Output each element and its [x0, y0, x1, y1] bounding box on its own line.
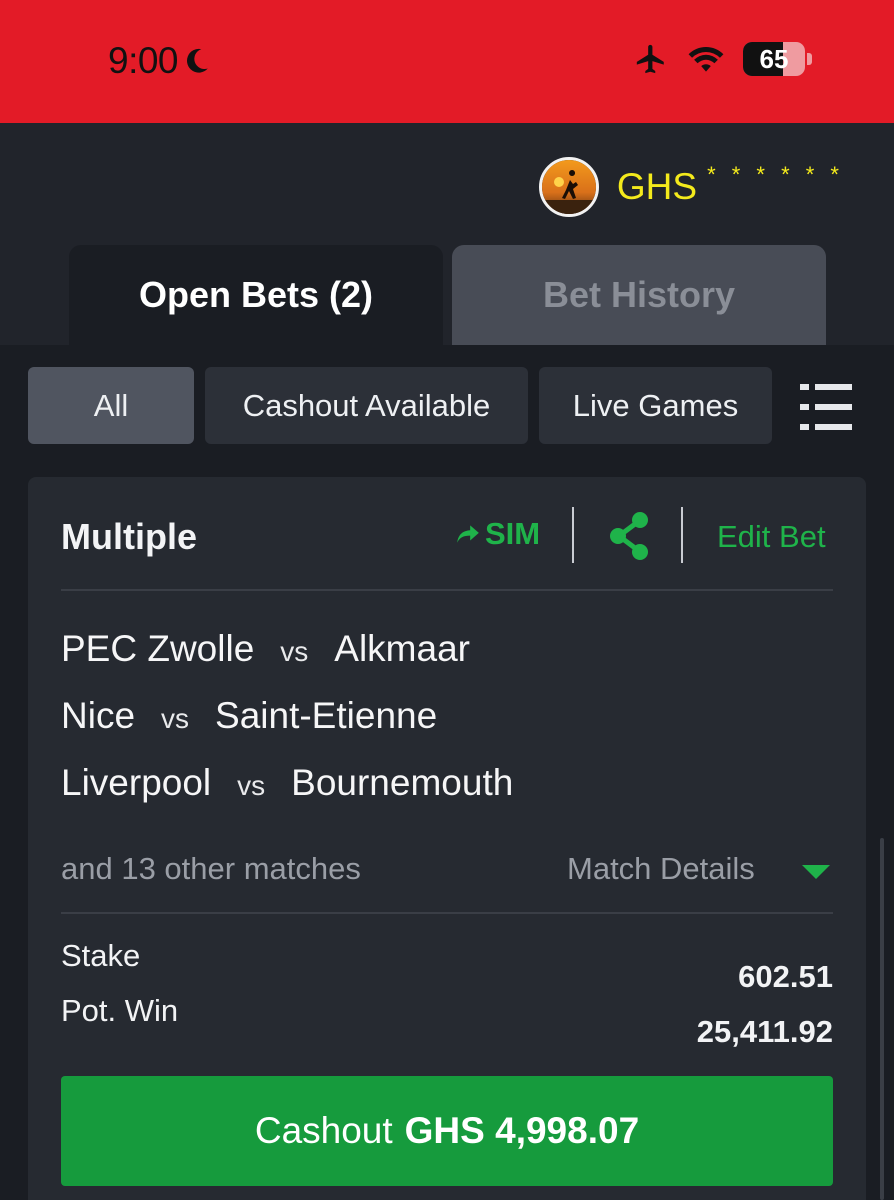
currency-label: GHS	[616, 166, 698, 207]
avatar[interactable]	[538, 157, 599, 217]
clock-text: 9:00	[108, 40, 179, 81]
edit-bet-link[interactable]: Edit Bet	[717, 519, 826, 555]
filter-all[interactable]: All	[28, 367, 194, 444]
filter-cashout-available[interactable]: Cashout Available	[205, 367, 528, 444]
status-icons: 65	[633, 42, 812, 76]
cashout-button[interactable]: Cashout GHS 4,998.07	[61, 1076, 833, 1186]
tab-bet-history[interactable]: Bet History	[452, 245, 826, 345]
match-details-toggle[interactable]: Match Details	[567, 851, 755, 887]
vs-label: vs	[161, 703, 190, 734]
divider	[572, 507, 574, 563]
status-time: 9:00	[108, 40, 210, 82]
airplane-icon	[636, 44, 664, 74]
wifi-icon	[688, 46, 724, 72]
tab-open-bets[interactable]: Open Bets (2)	[69, 245, 443, 345]
chevron-down-icon[interactable]	[802, 865, 830, 879]
sim-button[interactable]: SIM	[455, 516, 540, 552]
share-icon[interactable]	[606, 511, 652, 561]
filter-live-games[interactable]: Live Games	[539, 367, 772, 444]
match-row: PEC Zwolle vs Alkmaar	[61, 628, 470, 670]
card-divider	[61, 589, 833, 591]
match-row: Nice vs Saint-Etienne	[61, 695, 437, 737]
card-divider	[61, 912, 833, 914]
cashout-label: Cashout	[254, 1110, 393, 1151]
sim-label: SIM	[485, 516, 541, 551]
vs-label: vs	[280, 636, 309, 667]
stake-value: 602.51	[738, 959, 833, 994]
cashout-amount: GHS 4,998.07	[404, 1110, 640, 1151]
list-view-icon[interactable]	[800, 383, 852, 431]
battery-icon: 65	[743, 42, 805, 76]
other-matches-count: and 13 other matches	[61, 851, 361, 886]
forward-arrow-icon	[457, 525, 479, 543]
bet-type-title: Multiple	[61, 516, 197, 557]
home-team: Nice	[61, 695, 136, 736]
battery-cap	[807, 53, 812, 65]
away-team: Alkmaar	[334, 628, 470, 669]
moon-icon	[187, 48, 208, 73]
pot-win-label: Pot. Win	[61, 993, 179, 1028]
away-team: Bournemouth	[291, 762, 514, 803]
scrollbar[interactable]	[880, 838, 884, 1200]
stake-label: Stake	[61, 938, 141, 973]
pot-win-value: 25,411.92	[696, 1014, 833, 1049]
account-balance[interactable]: GHS * * * * * *	[538, 157, 844, 217]
home-team: Liverpool	[61, 762, 212, 803]
home-team: PEC Zwolle	[61, 628, 255, 669]
vs-label: vs	[237, 770, 266, 801]
status-bar: 9:00 65	[0, 0, 894, 123]
match-row: Liverpool vs Bournemouth	[61, 762, 513, 804]
masked-balance: * * * * * *	[707, 162, 844, 187]
divider	[681, 507, 683, 563]
avatar-image	[541, 160, 596, 214]
away-team: Saint-Etienne	[215, 695, 438, 736]
battery-text: 65	[759, 44, 789, 74]
